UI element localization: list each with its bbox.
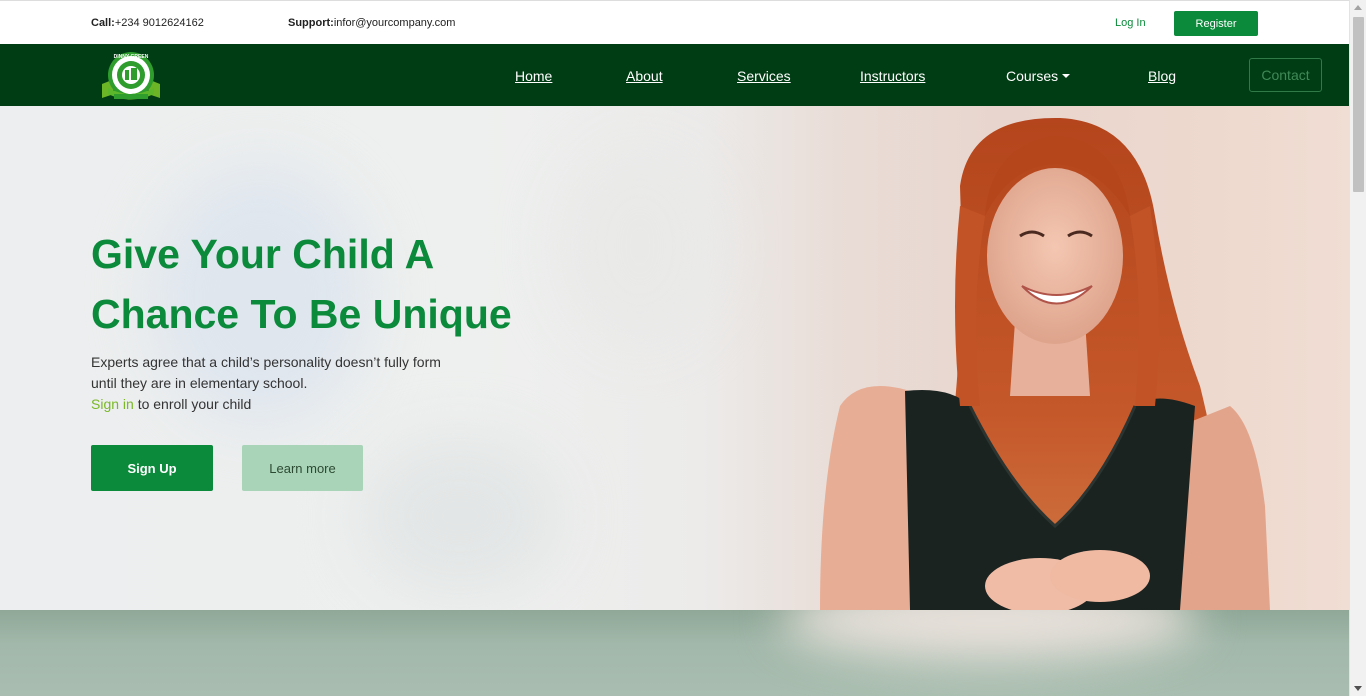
learn-more-button[interactable]: Learn more (242, 445, 363, 491)
nav-courses-dropdown[interactable]: Courses (1006, 68, 1071, 84)
scroll-up-arrow-icon[interactable] (1354, 5, 1362, 10)
call-info: Call:+234 9012624162 (91, 17, 204, 29)
hero-enroll-line: Sign in to enroll your child (91, 394, 471, 415)
nav-courses-label: Courses (1006, 68, 1059, 84)
hero-description: Experts agree that a child’s personality… (91, 352, 471, 415)
top-bar: Call:+234 9012624162 Support:infor@yourc… (0, 0, 1349, 44)
hero-title: Give Your Child A Chance To Be Unique (91, 224, 591, 344)
support-email[interactable]: infor@yourcompany.com (334, 17, 456, 29)
nav-blog[interactable]: Blog (1148, 68, 1176, 84)
support-label: Support: (288, 17, 334, 29)
nav-instructors[interactable]: Instructors (860, 68, 925, 84)
background-blur (360, 436, 560, 596)
hero-section: Give Your Child A Chance To Be Unique Ex… (0, 106, 1349, 610)
call-number[interactable]: +234 9012624162 (115, 17, 204, 29)
hero-desc-line-2: until they are in elementary school. (91, 375, 308, 391)
logo-text: DINNY GREEN (114, 54, 149, 60)
hero-title-line-2: Chance To Be Unique (91, 291, 512, 337)
next-section-band (0, 610, 1349, 696)
register-button[interactable]: Register (1174, 11, 1258, 36)
support-info: Support:infor@yourcompany.com (288, 17, 455, 29)
page: Call:+234 9012624162 Support:infor@yourc… (0, 0, 1349, 696)
sign-up-button[interactable]: Sign Up (91, 445, 213, 491)
hero-desc-line-1: Experts agree that a child’s personality… (91, 354, 441, 370)
nav-about[interactable]: About (626, 68, 663, 84)
page-scrollbar[interactable] (1349, 0, 1366, 696)
band-highlight (780, 610, 1200, 660)
scroll-down-arrow-icon[interactable] (1354, 686, 1362, 691)
hero-woman-photo (820, 117, 1270, 610)
hero-title-line-1: Give Your Child A (91, 231, 435, 277)
main-navbar: DINNY GREEN Home About Services Instruct… (0, 44, 1349, 106)
enroll-text: to enroll your child (133, 396, 252, 412)
nav-services[interactable]: Services (737, 68, 791, 84)
call-label: Call: (91, 17, 115, 29)
dinny-green-logo[interactable]: DINNY GREEN (98, 50, 164, 102)
scrollbar-thumb[interactable] (1353, 17, 1364, 192)
caret-down-icon (1062, 73, 1071, 78)
contact-button[interactable]: Contact (1249, 58, 1322, 92)
nav-home[interactable]: Home (515, 68, 552, 84)
sign-in-link[interactable]: Sign in (91, 396, 134, 412)
login-link[interactable]: Log In (1115, 17, 1146, 29)
